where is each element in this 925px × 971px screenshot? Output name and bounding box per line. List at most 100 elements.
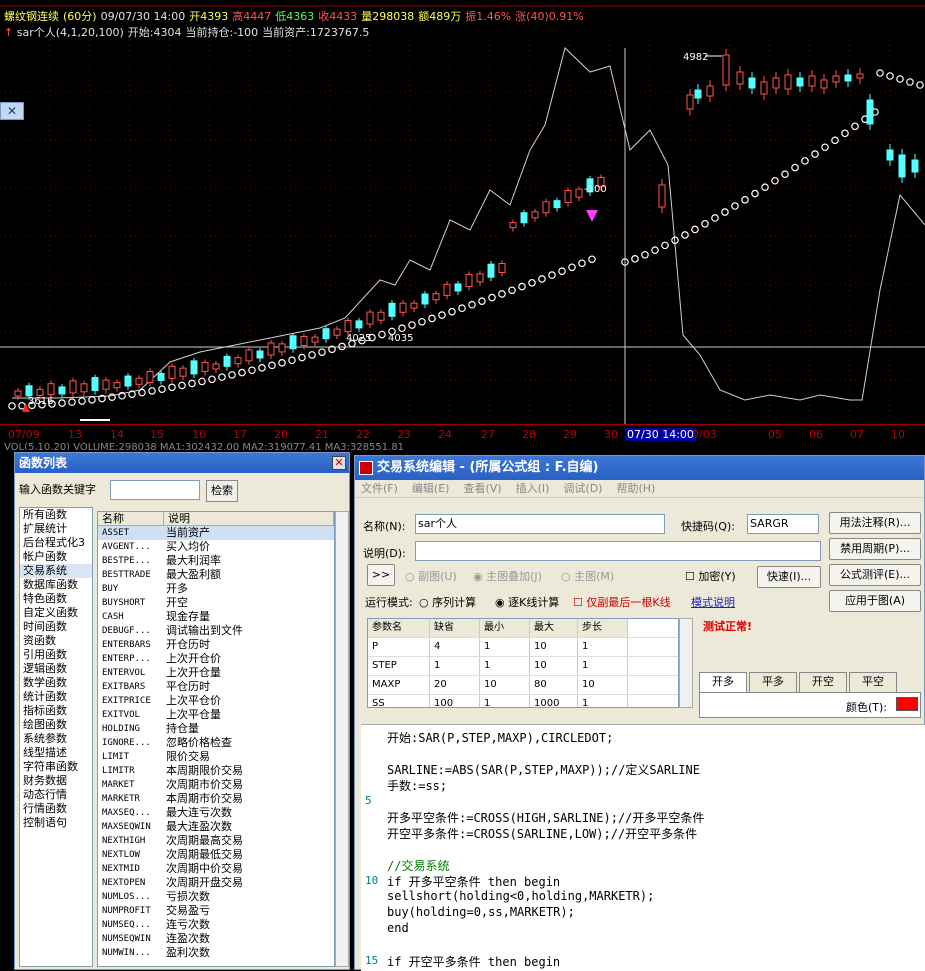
code-line[interactable]: 开多平空条件:=CROSS(HIGH,SARLINE);//开多平空条件 <box>387 809 704 826</box>
category-item[interactable]: 数据库函数 <box>20 578 92 592</box>
mode-help-link[interactable]: 模式说明 <box>691 594 735 610</box>
code-line[interactable]: 开空平多条件:=CROSS(SARLINE,LOW);//开空平多条件 <box>387 825 697 842</box>
category-item[interactable]: 字符串函数 <box>20 760 92 774</box>
table-row[interactable]: BESTPE... 最大利润率 <box>98 554 334 568</box>
code-line[interactable]: buy(holding=0,ss,MARKETR); <box>387 905 575 919</box>
param-cell[interactable]: STEP <box>368 657 430 675</box>
category-item[interactable]: 资函数 <box>20 634 92 648</box>
category-item[interactable]: 引用函数 <box>20 648 92 662</box>
color-swatch[interactable] <box>896 697 918 711</box>
category-list[interactable]: 所有函数 扩展统计 后台程式化3 帐户函数 交易系统 数据库函数 特色函数 自定义函数 时间函数… <box>19 507 93 967</box>
menu-item[interactable]: 调试(D) <box>563 482 602 495</box>
usage-notes-button[interactable]: 用法注释(R)... <box>829 512 921 534</box>
table-row[interactable]: MAXSEQ... 最大连亏次数 <box>98 806 334 820</box>
fast-button[interactable]: 快速(I)... <box>757 566 821 588</box>
table-row[interactable]: BUY 开多 <box>98 582 334 596</box>
vertical-scrollbar[interactable] <box>335 511 349 967</box>
code-line[interactable]: //交易系统 <box>387 857 449 874</box>
tab-item[interactable]: 平空 <box>849 672 897 692</box>
code-line[interactable]: SARLINE:=ABS(SAR(P,STEP,MAXP));//定义SARLI… <box>387 761 700 778</box>
close-icon[interactable]: ✕ <box>0 102 24 120</box>
table-row[interactable]: BUYSHORT 开空 <box>98 596 334 610</box>
category-item[interactable]: 动态行情 <box>20 788 92 802</box>
radio-main-overlay[interactable]: ◉ 主图叠加(J) <box>473 568 542 584</box>
chart-area[interactable]: 4982 4025 4035 3616 -100 螺纹钢连续 (60分) 09/07/30 … <box>0 0 925 450</box>
param-cell[interactable]: 10 <box>530 638 578 656</box>
category-item[interactable]: 自定义函数 <box>20 606 92 620</box>
category-item[interactable]: 后台程式化3 <box>20 536 92 550</box>
radio-seq[interactable]: ○ 序列计算 <box>419 594 476 610</box>
table-row[interactable]: EXITVOL 上次平仓量 <box>98 708 334 722</box>
apply-to-chart-button[interactable]: 应用于图(A) <box>829 590 921 612</box>
table-row[interactable]: ENTERVOL 上次开仓量 <box>98 666 334 680</box>
param-cell[interactable]: 100 <box>430 695 480 707</box>
table-row[interactable]: NUMWIN... 盈利次数 <box>98 946 334 960</box>
disable-period-button[interactable]: 禁用周期(P)... <box>829 538 921 560</box>
table-row[interactable]: LIMITR 本周期限价交易 <box>98 764 334 778</box>
search-input[interactable] <box>110 480 200 500</box>
radio-tick[interactable]: ◉ 逐K线计算 <box>495 594 559 610</box>
table-row[interactable]: CASH 现金存量 <box>98 610 334 624</box>
category-item[interactable]: 时间函数 <box>20 620 92 634</box>
col-desc[interactable]: 说明 <box>164 512 334 525</box>
table-row[interactable]: EXITBARS 平仓历时 <box>98 680 334 694</box>
param-cell[interactable]: 1 <box>578 695 628 707</box>
menu-item[interactable]: 编辑(E) <box>412 482 450 495</box>
code-line[interactable]: sellshort(holding<0,holding,MARKETR); <box>387 889 654 903</box>
radio-sub-chart[interactable]: ○ 副图(U) <box>405 568 457 584</box>
code-editor[interactable]: 开始:SAR(P,STEP,MAXP),CIRCLEDOT; SARLINE:=A… <box>361 724 925 971</box>
code-line[interactable]: if 开多平空条件 then begin <box>387 873 560 890</box>
table-row[interactable]: NEXTHIGH 次周期最高交易 <box>98 834 334 848</box>
table-row[interactable]: NUMLOS... 亏损次数 <box>98 890 334 904</box>
menu-item[interactable]: 查看(V) <box>463 482 501 495</box>
category-item[interactable]: 统计函数 <box>20 690 92 704</box>
formula-editor-window[interactable]: 交易系统编辑 - (所属公式组 : F.自编) 文件(F) 编辑(E) 查看(V) 插… <box>354 455 925 971</box>
encrypt-checkbox[interactable]: ☐ 加密(Y) <box>685 568 736 584</box>
code-line[interactable]: if 开空平多条件 then begin <box>387 953 560 970</box>
param-row[interactable]: P 4 1 10 1 <box>368 638 678 657</box>
table-row[interactable]: NUMPROFIT 交易盈亏 <box>98 904 334 918</box>
expand-button[interactable]: >> <box>367 564 395 586</box>
table-row[interactable]: NUMSEQ... 连亏次数 <box>98 918 334 932</box>
table-row[interactable]: LIMIT 限价交易 <box>98 750 334 764</box>
param-row[interactable]: MAXP 20 10 80 10 <box>368 676 678 695</box>
category-item[interactable]: 逻辑函数 <box>20 662 92 676</box>
param-cell[interactable]: 1 <box>480 657 530 675</box>
desc-input[interactable] <box>415 541 821 561</box>
table-row[interactable]: HOLDING 持仓量 <box>98 722 334 736</box>
category-item[interactable]: 控制语句 <box>20 816 92 830</box>
tab-item[interactable]: 开多 <box>699 672 747 692</box>
table-row[interactable]: MAXSEQWIN 最大连盈次数 <box>98 820 334 834</box>
param-table[interactable]: 参数名 缺省 最小 最大 步长 P 4 1 10 1 STEP 1 1 10 1 MAXP 20 10 80 10 SS… <box>367 618 679 708</box>
param-cell[interactable]: 80 <box>530 676 578 694</box>
category-item[interactable]: 线型描述 <box>20 746 92 760</box>
table-row[interactable]: NEXTOPEN 次周期开盘交易 <box>98 876 334 890</box>
param-cell[interactable]: 1 <box>578 657 628 675</box>
last-bar-checkbox[interactable]: ☐ 仅副最后一根K线 <box>573 594 671 610</box>
col-name[interactable]: 名称 <box>98 512 164 525</box>
param-cell[interactable]: 10 <box>480 676 530 694</box>
table-row[interactable]: MARKETR 本周期市价交易 <box>98 792 334 806</box>
table-row[interactable]: AVGENT... 买入均价 <box>98 540 334 554</box>
menu-item[interactable]: 插入(I) <box>516 482 550 495</box>
menu-item[interactable]: 帮助(H) <box>616 482 655 495</box>
category-item[interactable]: 财务数据 <box>20 774 92 788</box>
param-cell[interactable]: 10 <box>530 657 578 675</box>
table-row[interactable]: NEXTMID 次周期中价交易 <box>98 862 334 876</box>
table-row[interactable]: ENTERBARS 开仓历时 <box>98 638 334 652</box>
table-row[interactable]: NEXTLOW 次周期最低交易 <box>98 848 334 862</box>
formula-test-button[interactable]: 公式测评(E)... <box>829 564 921 586</box>
param-cell[interactable]: P <box>368 638 430 656</box>
name-input[interactable]: sar个人 <box>415 514 665 534</box>
table-row[interactable]: ENTERP... 上次开仓价 <box>98 652 334 666</box>
search-button[interactable]: 检索 <box>206 480 238 502</box>
code-line[interactable]: 手数:=ss; <box>387 777 447 794</box>
menu-item[interactable]: 文件(F) <box>361 482 398 495</box>
category-item[interactable]: 帐户函数 <box>20 550 92 564</box>
tab-item[interactable]: 开空 <box>799 672 847 692</box>
param-cell[interactable]: 1 <box>480 695 530 707</box>
function-table[interactable]: 名称 说明 ASSET 当前资产 AVGENT... 买入均价 BESTPE... 最大利… <box>97 511 335 967</box>
radio-main-chart[interactable]: ○ 主图(M) <box>561 568 614 584</box>
param-cell[interactable]: 1000 <box>530 695 578 707</box>
shortcut-input[interactable]: SARGR <box>747 514 819 534</box>
